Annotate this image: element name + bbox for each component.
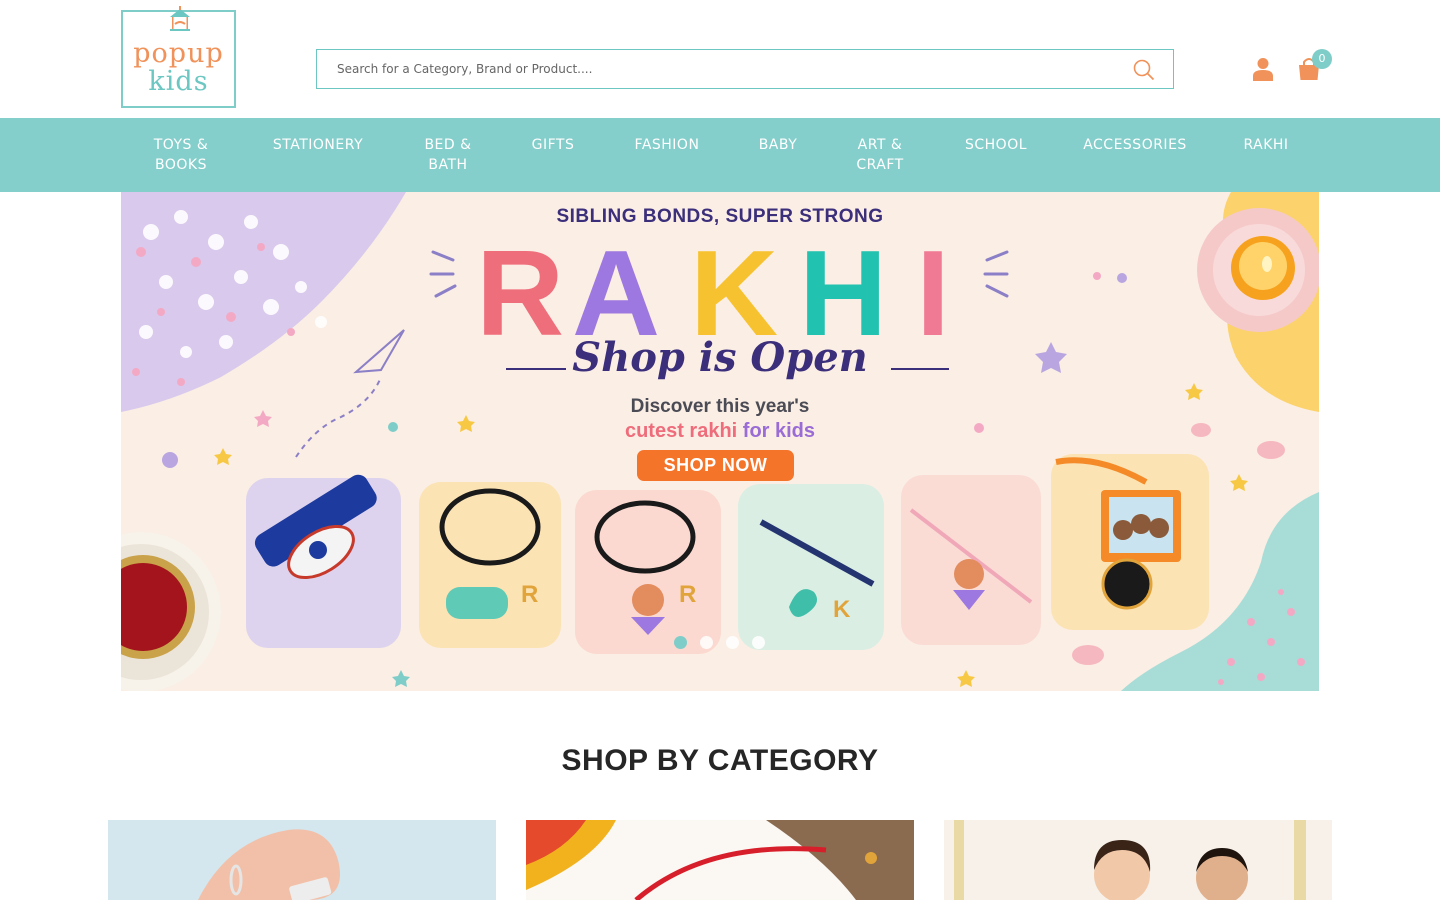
nav-label: FASHION	[634, 137, 700, 153]
hero-line-2: cutest rakhi for kids	[121, 420, 1319, 443]
hero-subheadline: Shop is Open	[572, 334, 868, 381]
carousel-dots	[674, 636, 774, 650]
hero-line-2-a: cutest rakhi	[624, 420, 738, 442]
main-nav: TOYS & BOOKS STATIONERY BED & BATH GIFTS…	[0, 118, 1440, 192]
product-card-gamepad: R	[419, 482, 561, 648]
search-icon[interactable]	[1133, 59, 1155, 81]
hero-banner[interactable]: R R K SIBLING BONDS, SUPER STRONG R A K …	[121, 192, 1319, 691]
product-card-rocket	[246, 474, 401, 648]
nav-item-school[interactable]: SCHOOL	[960, 135, 1032, 155]
nav-label: ACCESSORIES	[1083, 137, 1187, 153]
hero-line-1: Discover this year's	[630, 396, 810, 417]
charm-letter: R	[679, 581, 696, 608]
nav-label: TOYS & BOOKS	[153, 137, 209, 173]
hero-line-2-b: for kids	[742, 420, 816, 442]
logo-word-popup: popup	[133, 38, 224, 69]
nav-label: BED & BATH	[424, 137, 472, 173]
product-card-princess	[901, 475, 1041, 645]
category-image	[108, 820, 496, 900]
nav-item-baby[interactable]: BABY	[753, 135, 803, 155]
carousel-dot-2[interactable]	[700, 636, 713, 649]
product-card-family-frame	[1051, 454, 1209, 630]
cart-count-badge: 0	[1312, 49, 1332, 69]
category-tile-1[interactable]	[108, 820, 496, 900]
nav-item-fashion[interactable]: FASHION	[628, 135, 706, 155]
product-card-doll: R	[575, 490, 721, 654]
nav-label: GIFTS	[531, 137, 575, 153]
nav-label: RAKHI	[1243, 137, 1289, 153]
logo-word-kids: kids	[148, 66, 209, 97]
category-image	[526, 820, 914, 900]
charm-letter: R	[521, 581, 538, 608]
search-bar	[316, 49, 1174, 89]
charm-letter: K	[833, 596, 851, 623]
search-input[interactable]	[317, 50, 1117, 88]
nav-item-gifts[interactable]: GIFTS	[526, 135, 580, 155]
nav-label: ART & CRAFT	[856, 137, 904, 173]
section-title: SHOP BY CATEGORY	[561, 744, 879, 777]
nav-item-toys-books[interactable]: TOYS & BOOKS	[146, 135, 216, 175]
brand-logo[interactable]: popup kids	[121, 6, 236, 108]
nav-item-bed-bath[interactable]: BED & BATH	[418, 135, 478, 175]
carousel-dot-1[interactable]	[674, 636, 687, 649]
nav-item-art-craft[interactable]: ART & CRAFT	[850, 135, 910, 175]
nav-item-accessories[interactable]: ACCESSORIES	[1082, 135, 1188, 155]
carousel-dot-3[interactable]	[726, 636, 739, 649]
category-tile-3[interactable]	[944, 820, 1332, 900]
shop-now-button[interactable]: SHOP NOW	[637, 450, 794, 481]
category-image	[944, 820, 1332, 900]
nav-label: BABY	[758, 137, 798, 153]
nav-item-stationery[interactable]: STATIONERY	[268, 135, 368, 155]
nav-label: STATIONERY	[272, 137, 364, 153]
carousel-dot-4[interactable]	[752, 636, 765, 649]
product-card-dino: K	[738, 484, 884, 650]
nav-item-rakhi[interactable]: RAKHI	[1238, 135, 1294, 155]
user-icon[interactable]	[1252, 57, 1274, 81]
category-tile-2[interactable]	[526, 820, 914, 900]
site-header: popup kids 0	[0, 0, 1440, 118]
nav-label: SCHOOL	[964, 137, 1028, 153]
carousel-logo-icon	[170, 6, 190, 31]
